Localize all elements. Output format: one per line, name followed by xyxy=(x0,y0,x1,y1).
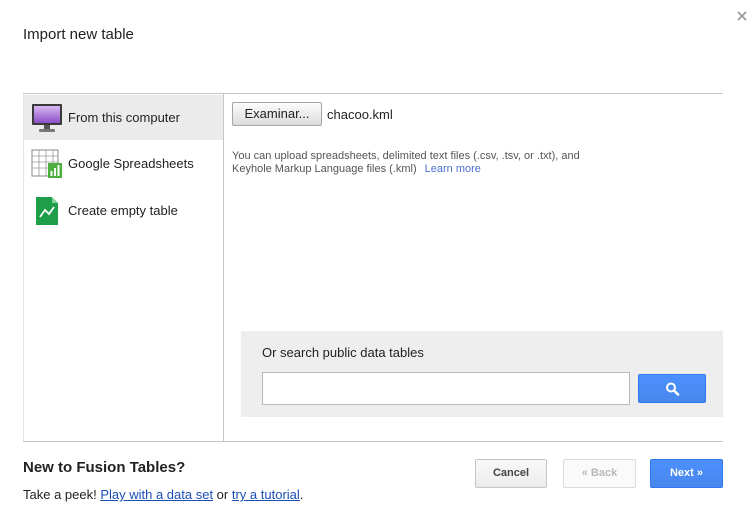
sidebar-item-label: Google Spreadsheets xyxy=(68,156,194,171)
close-icon[interactable] xyxy=(735,9,749,23)
learn-more-link[interactable]: Learn more xyxy=(425,163,481,175)
browse-button[interactable]: Examinar... xyxy=(232,102,322,126)
sidebar-item-label: Create empty table xyxy=(68,203,178,218)
footer-suffix: . xyxy=(299,487,304,502)
try-tutorial-link[interactable]: try a tutorial xyxy=(232,487,300,502)
bottom-divider xyxy=(23,441,723,442)
selected-file-name: chacoo.kml xyxy=(327,107,393,122)
cancel-button[interactable]: Cancel xyxy=(475,459,547,488)
footer-prefix: Take a peek! xyxy=(23,487,101,502)
sidebar-item-from-computer[interactable]: From this computer xyxy=(24,95,223,140)
new-table-icon xyxy=(36,197,58,225)
monitor-icon xyxy=(32,104,62,132)
sidebar-item-label: From this computer xyxy=(68,110,180,125)
spreadsheet-icon xyxy=(31,149,62,178)
sidebar-item-create-empty[interactable]: Create empty table xyxy=(24,188,223,233)
footer-text: Take a peek! Play with a data set or try… xyxy=(23,487,303,502)
footer-title: New to Fusion Tables? xyxy=(23,459,186,476)
search-input[interactable] xyxy=(262,372,630,405)
search-icon xyxy=(666,382,680,396)
back-button[interactable]: « Back xyxy=(563,459,636,488)
sidebar-item-google-spreadsheets[interactable]: Google Spreadsheets xyxy=(24,141,223,186)
search-button[interactable] xyxy=(638,374,706,403)
upload-help-text: You can upload spreadsheets, delimited t… xyxy=(232,150,612,176)
dialog-title: Import new table xyxy=(23,26,134,43)
footer-middle: or xyxy=(213,487,232,502)
play-with-data-set-link[interactable]: Play with a data set xyxy=(100,487,213,502)
search-label: Or search public data tables xyxy=(262,345,424,360)
next-button[interactable]: Next » xyxy=(650,459,723,488)
help-text: You can upload spreadsheets, delimited t… xyxy=(232,150,580,175)
panel-divider xyxy=(223,94,224,441)
